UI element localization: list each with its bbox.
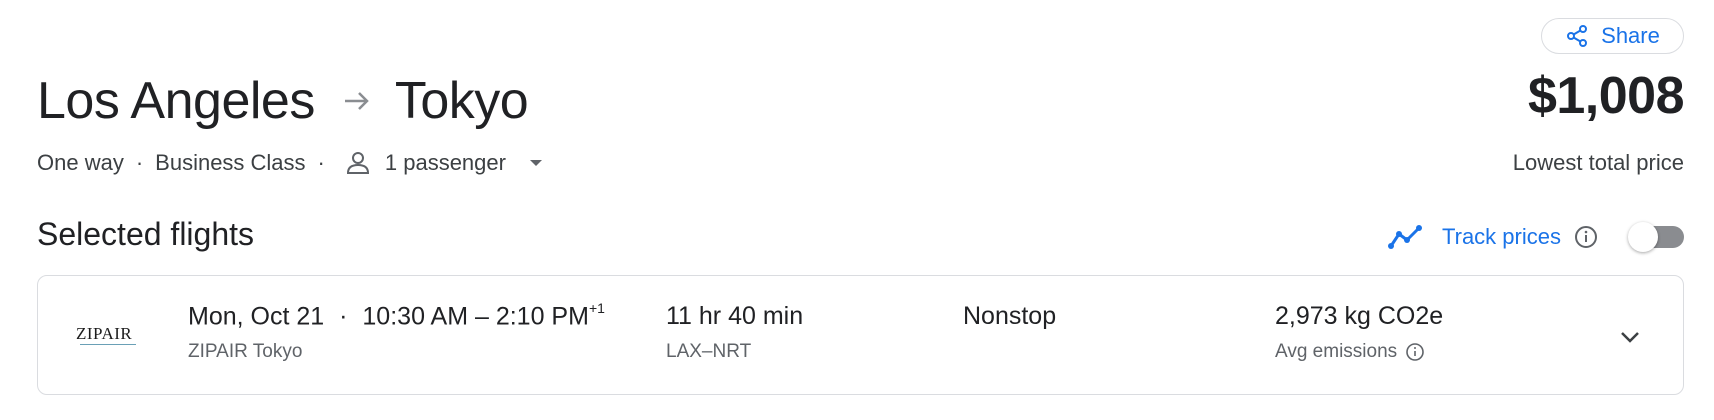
flight-stops: Nonstop: [963, 302, 1057, 330]
price-caption: Lowest total price: [1512, 150, 1684, 175]
flight-times: 10:30 AM – 2:10 PM: [362, 302, 589, 331]
arrow-right-icon: [337, 81, 377, 121]
origin-city: Los Angeles: [37, 72, 315, 130]
track-prices-label[interactable]: Track prices: [1442, 224, 1561, 250]
route-title: Los Angeles Tokyo: [37, 64, 529, 138]
flight-summary-page: Share Los Angeles Tokyo $1,008 Lowest to…: [0, 0, 1714, 420]
flight-date-time: Mon, Oct 21 · 10:30 AM – 2:10 PM+1: [188, 300, 605, 331]
cabin-class: Business Class: [155, 150, 306, 175]
info-icon[interactable]: [1573, 224, 1599, 250]
flight-times-column: Mon, Oct 21 · 10:30 AM – 2:10 PM+1 ZIPAI…: [188, 300, 605, 363]
passenger-count[interactable]: 1 passenger: [385, 150, 506, 176]
separator-dot: ·: [339, 302, 348, 331]
duration-column: 11 hr 40 min LAX–NRT: [666, 302, 803, 363]
stops-column: Nonstop: [963, 302, 1056, 331]
selected-flights-heading: Selected flights: [37, 216, 255, 252]
trip-type: One way: [37, 150, 124, 175]
airline-logo: ZIPAIR: [76, 324, 133, 343]
flight-route: LAX–NRT: [666, 341, 752, 362]
airline-name: ZIPAIR Tokyo: [188, 341, 303, 363]
track-prices[interactable]: Track prices: [1388, 220, 1599, 254]
info-icon[interactable]: [1405, 342, 1425, 362]
trend-line-icon: [1388, 224, 1424, 250]
share-icon: [1565, 24, 1589, 48]
emissions-label: Avg emissions: [1275, 341, 1398, 362]
separator-dot: ·: [135, 150, 144, 175]
day-offset: +1: [588, 300, 605, 316]
trip-details: One way · Business Class · 1 passenger: [37, 148, 546, 178]
emissions-column: 2,973 kg CO2e Avg emissions: [1275, 302, 1443, 363]
flight-date: Mon, Oct 21: [188, 302, 325, 331]
flight-card[interactable]: ZIPAIR Mon, Oct 21 · 10:30 AM – 2:10 PM+…: [37, 275, 1684, 395]
logo-underline: [80, 344, 136, 345]
destination-city: Tokyo: [394, 72, 529, 130]
toggle-knob: [1628, 222, 1658, 252]
separator-dot: ·: [317, 150, 325, 175]
track-prices-toggle[interactable]: [1628, 222, 1686, 252]
lowest-price: $1,008: [1527, 67, 1685, 125]
flight-duration: 11 hr 40 min: [666, 302, 804, 330]
emissions-caption: Avg emissions: [1275, 341, 1443, 363]
flight-emissions: 2,973 kg CO2e: [1275, 302, 1444, 330]
caret-down-icon[interactable]: [526, 153, 546, 173]
share-button[interactable]: Share: [1541, 18, 1684, 54]
person-icon: [343, 148, 373, 178]
chevron-down-icon[interactable]: [1613, 320, 1647, 354]
share-label: Share: [1601, 23, 1660, 48]
